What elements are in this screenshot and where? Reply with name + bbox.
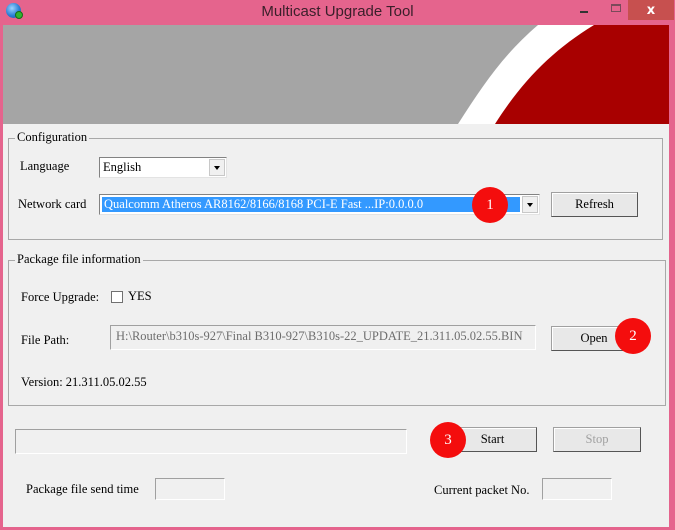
stop-button[interactable]: Stop — [553, 427, 641, 452]
force-upgrade-checkbox[interactable] — [111, 291, 123, 303]
header-banner — [3, 25, 669, 124]
refresh-button[interactable]: Refresh — [551, 192, 638, 217]
version-text: Version: 21.311.05.02.55 — [21, 375, 147, 389]
step-marker-2: 2 — [615, 318, 651, 354]
step-marker-3: 3 — [430, 422, 466, 458]
network-card-dropdown-button[interactable] — [522, 196, 538, 213]
current-packet-label: Current packet No. — [434, 483, 530, 497]
force-upgrade-option-label[interactable]: YES — [128, 289, 152, 304]
minimize-button[interactable] — [570, 0, 598, 20]
close-button[interactable]: x — [628, 0, 674, 20]
minimize-icon — [580, 11, 588, 13]
current-packet-field — [542, 478, 612, 500]
send-time-field — [155, 478, 225, 500]
chevron-down-icon — [214, 165, 220, 170]
close-icon: x — [646, 2, 656, 18]
maximize-icon — [611, 4, 621, 12]
language-dropdown-button[interactable] — [209, 159, 225, 176]
maximize-button[interactable] — [603, 0, 629, 20]
configuration-legend: Configuration — [15, 130, 90, 145]
send-time-label: Package file send time — [26, 482, 139, 496]
file-path-field[interactable]: H:\Router\b310s-927\Final B310-927\B310s… — [110, 325, 536, 350]
network-card-label: Network card — [18, 197, 87, 211]
title-bar[interactable]: Multicast Upgrade Tool x — [0, 0, 675, 25]
banner-graphic — [458, 25, 669, 124]
configuration-group: Configuration — [8, 130, 663, 240]
language-select[interactable]: English — [99, 157, 227, 178]
file-path-label: File Path: — [21, 333, 70, 347]
file-path-value: H:\Router\b310s-927\Final B310-927\B310s… — [116, 329, 523, 343]
language-value: English — [103, 160, 142, 174]
step-marker-1: 1 — [472, 187, 508, 223]
force-upgrade-label: Force Upgrade: — [21, 290, 100, 304]
upload-progress-bar — [15, 429, 407, 454]
network-card-value: Qualcomm Atheros AR8162/8166/8168 PCI-E … — [104, 197, 424, 211]
chevron-down-icon — [527, 202, 533, 207]
window-client-area: Configuration Language English Network c… — [3, 25, 669, 527]
language-label: Language — [20, 159, 70, 173]
package-file-legend: Package file information — [15, 252, 143, 267]
